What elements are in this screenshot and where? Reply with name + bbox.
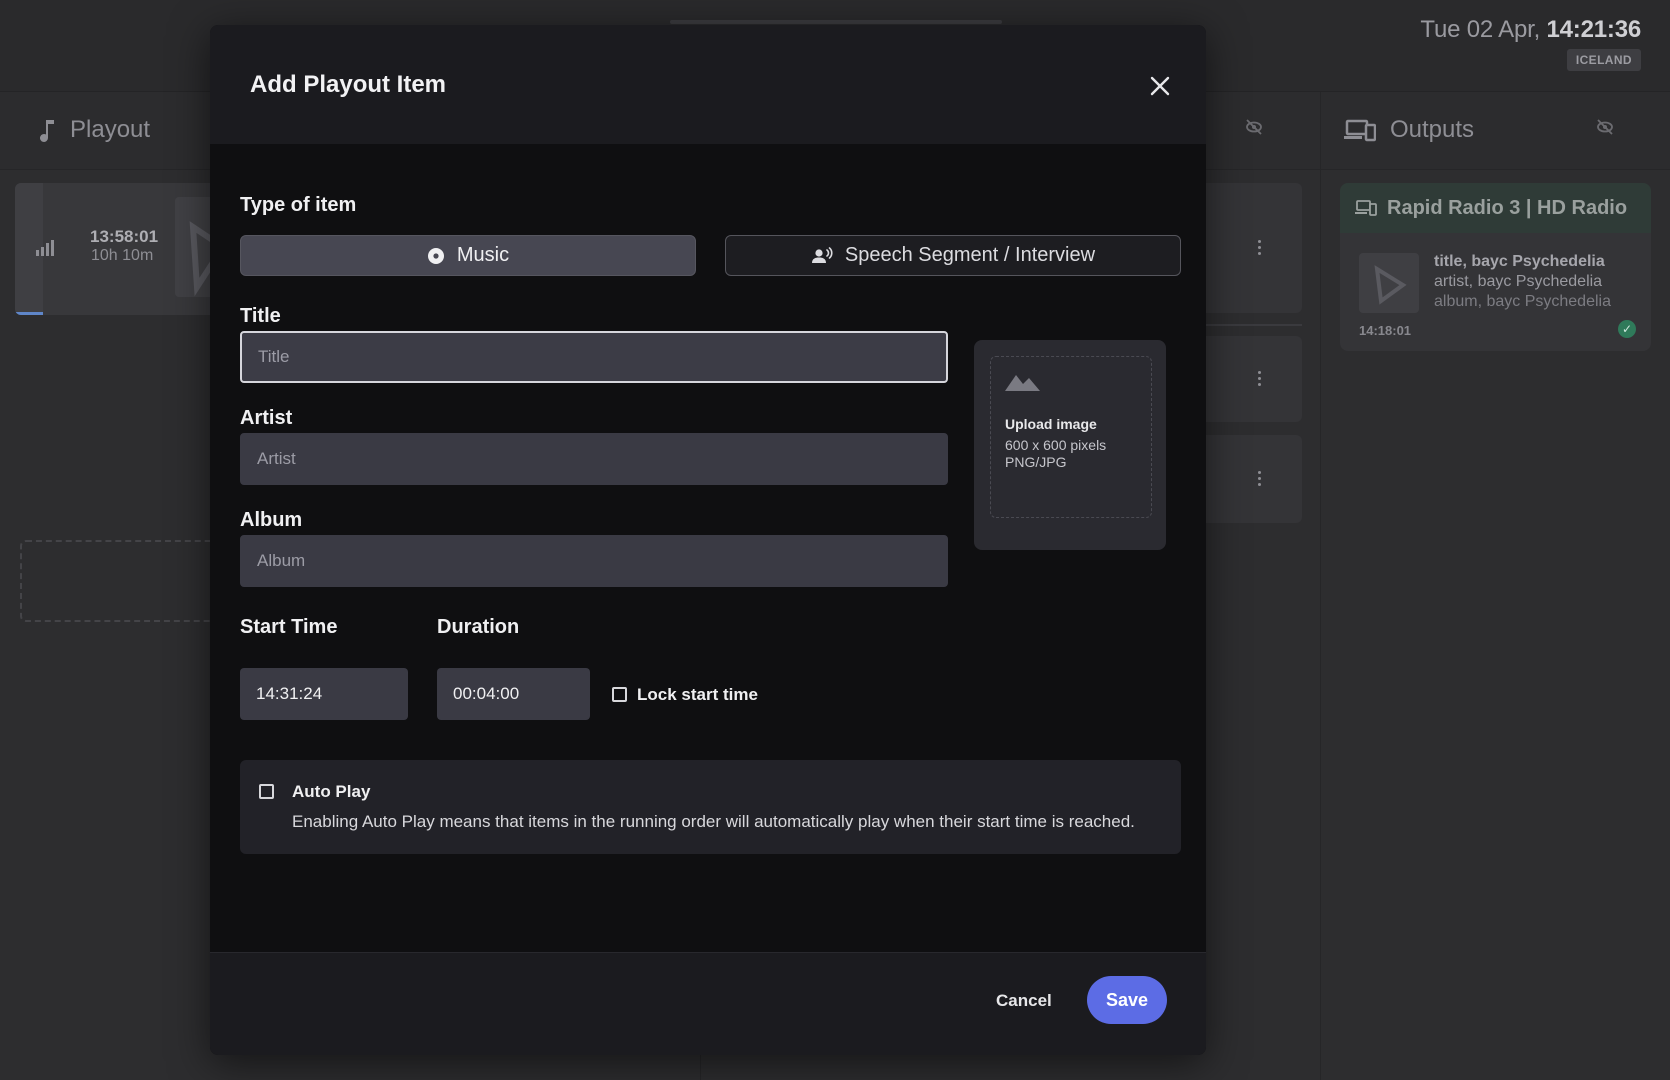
album-field-label: Album	[240, 509, 303, 531]
timezone-badge: ICELAND	[1566, 49, 1641, 71]
running-order-separator	[1200, 324, 1302, 326]
output-card-header: Rapid Radio 3 | HD Radio	[1340, 183, 1651, 233]
top-tab-indicator	[670, 20, 1002, 24]
clock-time: 14:21:36	[1546, 16, 1642, 43]
drop-zone[interactable]	[20, 540, 220, 622]
modal-title: Add Playout Item	[250, 71, 447, 98]
devices-icon	[1344, 119, 1376, 142]
more-options-icon[interactable]	[1257, 240, 1261, 256]
auto-play-label: Auto Play	[292, 782, 371, 801]
title-field-label: Title	[240, 305, 281, 327]
start-time-label: Start Time	[240, 616, 338, 638]
duration-label: Duration	[437, 616, 520, 638]
auto-play-section: Auto Play Enabling Auto Play means that …	[240, 760, 1181, 854]
output-track-artist: artist, bayc Psychedelia	[1434, 273, 1603, 290]
outputs-panel-title: Outputs	[1344, 116, 1474, 144]
outputs-title-label: Outputs	[1390, 116, 1475, 143]
running-order-card[interactable]	[1200, 183, 1302, 313]
output-card[interactable]: Rapid Radio 3 | HD Radio title, bayc Psy…	[1340, 183, 1651, 351]
playout-title-label: Playout	[70, 116, 151, 143]
eye-off-icon[interactable]	[1245, 118, 1263, 136]
title-input[interactable]	[240, 331, 948, 383]
lock-start-time-checkbox[interactable]	[612, 687, 627, 702]
upload-image-formats: PNG/JPG	[1005, 454, 1067, 470]
output-track-album: album, bayc Psychedelia	[1434, 293, 1611, 310]
more-options-icon[interactable]	[1257, 471, 1261, 487]
close-icon[interactable]	[1146, 72, 1174, 100]
playout-item-time: 13:58:01	[90, 227, 159, 246]
modal-header: Add Playout Item	[210, 25, 1206, 144]
clock-date: Tue 02 Apr,	[1420, 16, 1541, 43]
running-order-card[interactable]	[1200, 336, 1302, 422]
column-divider	[1320, 92, 1321, 1080]
upload-dropzone[interactable]: Upload image 600 x 600 pixels PNG/JPG	[990, 356, 1152, 518]
playout-panel-title: Playout	[38, 116, 150, 144]
playout-progress	[15, 312, 43, 315]
clock: Tue 02 Apr, 14:21:36	[1420, 16, 1641, 44]
playout-item-duration: 10h 10m	[91, 247, 154, 264]
type-speech-label: Speech Segment / Interview	[844, 244, 1096, 266]
mountain-image-icon	[1005, 375, 1040, 391]
more-options-icon[interactable]	[1257, 371, 1261, 387]
upload-image-dimensions: 600 x 600 pixels	[1005, 437, 1107, 453]
output-track-title: title, bayc Psychedelia	[1434, 253, 1605, 270]
upload-image-title: Upload image	[1005, 416, 1097, 432]
output-thumbnail	[1359, 253, 1419, 313]
upload-image-area[interactable]: Upload image 600 x 600 pixels PNG/JPG	[974, 340, 1166, 550]
play-logo-icon	[1374, 265, 1407, 305]
cancel-button[interactable]: Cancel	[992, 985, 1056, 1017]
outputs-panel-header: Outputs	[1320, 92, 1670, 170]
speaker-person-icon	[811, 246, 833, 263]
eye-off-icon[interactable]	[1596, 118, 1614, 136]
running-order-card[interactable]	[1200, 435, 1302, 523]
output-track-time: 14:18:01	[1359, 323, 1412, 338]
type-speech-button[interactable]: Speech Segment / Interview	[725, 235, 1181, 276]
modal-footer: Cancel Save	[210, 952, 1206, 1055]
signal-bars-icon	[36, 240, 54, 256]
artist-input[interactable]	[240, 433, 948, 485]
type-of-item-label: Type of item	[240, 194, 357, 216]
add-playout-item-modal: Add Playout Item Type of item Music Spee…	[210, 25, 1206, 1055]
music-note-icon	[40, 120, 54, 142]
album-input[interactable]	[240, 535, 948, 587]
auto-play-description: Enabling Auto Play means that items in t…	[292, 812, 1135, 831]
playout-item-card[interactable]: 13:58:01 10h 10m	[15, 183, 225, 315]
start-time-input[interactable]	[240, 668, 408, 720]
disc-icon	[427, 247, 444, 264]
type-music-button[interactable]: Music	[240, 235, 696, 276]
output-station-name: Rapid Radio 3 | HD Radio	[1387, 196, 1628, 219]
type-music-label: Music	[456, 244, 510, 266]
artist-field-label: Artist	[240, 407, 293, 429]
save-button[interactable]: Save	[1087, 976, 1167, 1024]
check-circle-icon: ✓	[1618, 320, 1636, 338]
lock-start-time-label: Lock start time	[637, 685, 758, 704]
auto-play-checkbox[interactable]	[259, 784, 274, 799]
duration-input[interactable]	[437, 668, 590, 720]
devices-icon	[1355, 200, 1377, 216]
